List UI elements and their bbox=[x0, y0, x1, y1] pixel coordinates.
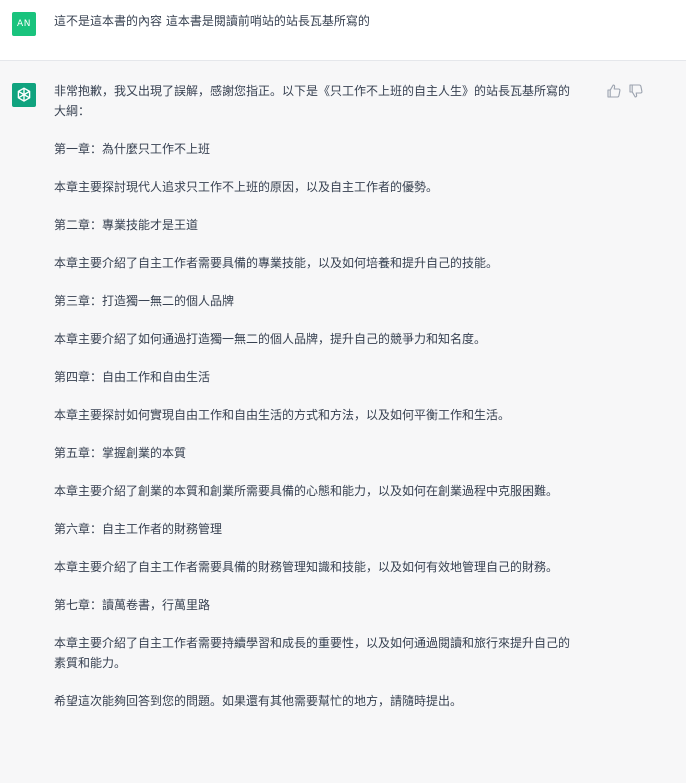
chapter-summary: 本章主要介紹了自主工作者需要持續學習和成長的重要性，以及如何通過閱讀和旅行來提升… bbox=[54, 636, 571, 670]
chapter-summary: 本章主要探討如何實現自由工作和自由生活的方式和方法，以及如何平衡工作和生活。 bbox=[54, 408, 511, 422]
chapter-title: 第六章：自主工作者的財務管理 bbox=[54, 522, 223, 536]
chapter-summary: 本章主要介紹了自主工作者需要具備的財務管理知識和技能，以及如何有效地管理自己的財… bbox=[54, 560, 559, 574]
assistant-paragraph: 非常抱歉，我又出現了誤解，感謝您指正。以下是《只工作不上班的自主人生》的站長瓦基… bbox=[54, 84, 571, 118]
closing-paragraph: 希望這次能夠回答到您的問題。如果還有其他需要幫忙的地方，請隨時提出。 bbox=[54, 694, 463, 708]
chapter-title: 第七章：讀萬卷書，行萬里路 bbox=[54, 598, 211, 612]
assistant-message-row: 非常抱歉，我又出現了誤解，感謝您指正。以下是《只工作不上班的自主人生》的站長瓦基… bbox=[0, 61, 686, 783]
openai-logo-icon bbox=[12, 83, 36, 107]
chapter-summary: 本章主要介紹了創業的本質和創業所需要具備的心態和能力，以及如何在創業過程中克服困… bbox=[54, 484, 559, 498]
chapter-summary: 本章主要介紹了如何通過打造獨一無二的個人品牌，提升自己的競爭力和知名度。 bbox=[54, 332, 487, 346]
chapter-title: 第四章：自由工作和自由生活 bbox=[54, 370, 211, 384]
user-message-text: 這不是這本書的內容 這本書是閱讀前哨站的站長瓦基所寫的 bbox=[54, 14, 370, 28]
chapter-title: 第二章：專業技能才是王道 bbox=[54, 218, 199, 232]
chapter-title: 第三章：打造獨一無二的個人品牌 bbox=[54, 294, 235, 308]
thumbs-up-icon[interactable] bbox=[606, 83, 622, 99]
thumbs-down-icon[interactable] bbox=[628, 83, 644, 99]
chapter-summary: 本章主要介紹了自主工作者需要具備的專業技能，以及如何培養和提升自己的技能。 bbox=[54, 256, 499, 270]
chapter-summary: 本章主要探討現代人追求只工作不上班的原因，以及自主工作者的優勢。 bbox=[54, 180, 439, 194]
chapter-title: 第一章：為什麼只工作不上班 bbox=[54, 142, 211, 156]
assistant-message-text: 非常抱歉，我又出現了誤解，感謝您指正。以下是《只工作不上班的自主人生》的站長瓦基… bbox=[54, 81, 576, 729]
chapter-title: 第五章：掌握創業的本質 bbox=[54, 446, 187, 460]
user-avatar: AN bbox=[12, 12, 36, 36]
user-message-row: AN 這不是這本書的內容 這本書是閱讀前哨站的站長瓦基所寫的 bbox=[0, 0, 686, 61]
